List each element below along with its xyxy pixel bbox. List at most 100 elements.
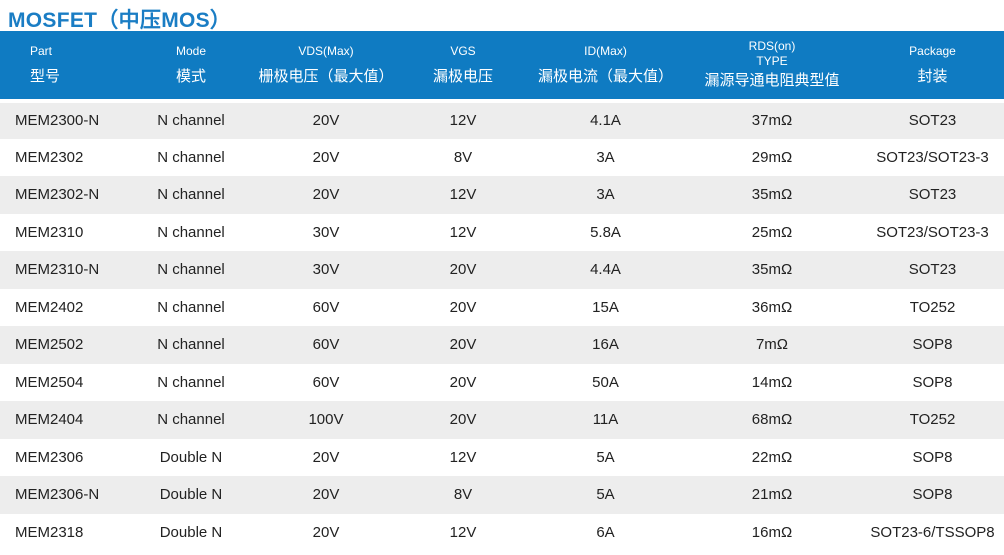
table-row: MEM2306-N Double N 20V 8V 5A 21mΩ SOP8 — [0, 476, 1004, 514]
cell-vds: 30V — [312, 261, 340, 279]
cell-package: SOT23-6/TSSOP8 — [870, 523, 995, 541]
cell-vgs: 12V — [449, 186, 477, 204]
cell-rds: 36mΩ — [751, 298, 793, 316]
cell-part: MEM2402 — [15, 298, 84, 316]
cell-package: TO252 — [909, 411, 956, 429]
cell-mode: N channel — [128, 99, 254, 139]
cell-rds: 16mΩ — [751, 523, 793, 541]
header-package: Package 封装 — [861, 31, 1004, 101]
cell-rds: 29mΩ — [751, 148, 793, 166]
cell-vgs: 20V — [449, 336, 477, 354]
cell-part: MEM2302-N — [15, 186, 100, 204]
cell-part: MEM2306 — [15, 448, 84, 466]
cell-rds: 37mΩ — [683, 99, 861, 139]
header-zh: 漏极电压 — [432, 67, 493, 85]
header-rds: RDS(on) TYPE 漏源导通电阻典型值 — [683, 31, 861, 101]
cell-vds: 20V — [312, 523, 340, 541]
cell-vgs: 12V — [398, 99, 528, 139]
cell-part: MEM2310-N — [15, 261, 100, 279]
cell-id: 5.8A — [590, 223, 621, 241]
header-mode: Mode 模式 — [128, 31, 254, 101]
header-zh: 漏极电流（最大值） — [537, 67, 673, 85]
cell-id: 15A — [592, 298, 619, 316]
table-row: MEM2300-N N channel 20V 12V 4.1A 37mΩ SOT23 — [0, 99, 1004, 139]
cell-package: SOT23/SOT23-3 — [876, 148, 989, 166]
cell-mode: N channel — [157, 373, 225, 391]
cell-rds: 14mΩ — [751, 373, 793, 391]
cell-mode: N channel — [157, 261, 225, 279]
cell-vds: 20V — [312, 448, 340, 466]
cell-mode: Double N — [159, 486, 223, 504]
header-en2: TYPE — [756, 54, 788, 68]
cell-id: 5A — [596, 448, 615, 466]
cell-package: SOT23 — [908, 261, 957, 279]
cell-id: 4.1A — [528, 99, 683, 139]
cell-mode: N channel — [157, 411, 225, 429]
table-row: MEM2502 N channel 60V 20V 16A 7mΩ SOP8 — [0, 326, 1004, 364]
cell-vds: 20V — [312, 186, 340, 204]
cell-vgs: 12V — [449, 448, 477, 466]
cell-rds: 35mΩ — [751, 261, 793, 279]
cell-vds: 100V — [308, 411, 344, 429]
cell-rds: 22mΩ — [751, 448, 793, 466]
cell-rds: 68mΩ — [751, 411, 793, 429]
cell-vgs: 8V — [453, 486, 473, 504]
header-en: Part — [30, 43, 53, 58]
cell-part: MEM2502 — [15, 336, 84, 354]
cell-id: 16A — [592, 336, 619, 354]
header-part: Part 型号 — [0, 31, 128, 101]
cell-rds: 25mΩ — [751, 223, 793, 241]
cell-id: 11A — [592, 411, 619, 429]
cell-part: MEM2306-N — [15, 486, 100, 504]
table-row: MEM2404 N channel 100V 20V 11A 68mΩ TO252 — [0, 401, 1004, 439]
cell-package: SOT23 — [861, 99, 1004, 139]
table-row: MEM2504 N channel 60V 20V 50A 14mΩ SOP8 — [0, 363, 1004, 401]
cell-id: 50A — [592, 373, 619, 391]
cell-package: SOT23 — [908, 186, 957, 204]
cell-part: MEM2318 — [15, 523, 84, 541]
cell-mode: Double N — [159, 448, 223, 466]
table-row: MEM2306 Double N 20V 12V 5A 22mΩ SOP8 — [0, 438, 1004, 476]
cell-package: SOT23/SOT23-3 — [876, 223, 989, 241]
header-en: Mode — [175, 43, 207, 58]
page-title: MOSFET（中压MOS） — [8, 9, 232, 32]
cell-vgs: 20V — [449, 373, 477, 391]
cell-vgs: 12V — [449, 523, 477, 541]
cell-vgs: 8V — [453, 148, 473, 166]
cell-vgs: 20V — [449, 298, 477, 316]
cell-mode: N channel — [157, 186, 225, 204]
cell-id: 5A — [596, 486, 615, 504]
cell-part: MEM2300-N — [0, 99, 128, 139]
table-row: MEM2310 N channel 30V 12V 5.8A 25mΩ SOT23/SOT2… — [0, 213, 1004, 251]
cell-package: SOP8 — [912, 373, 953, 391]
cell-vds: 60V — [312, 336, 340, 354]
cell-id: 6A — [596, 523, 615, 541]
cell-package: SOP8 — [912, 486, 953, 504]
cell-mode: Double N — [159, 523, 223, 541]
header-en: VDS(Max) — [298, 43, 354, 58]
table-row: MEM2402 N channel 60V 20V 15A 36mΩ TO252 — [0, 288, 1004, 326]
cell-rds: 35mΩ — [751, 186, 793, 204]
table-header: Part 型号 Mode 模式 VDS(Max) 栅极电压（最大值） VGS 漏极电压 … — [0, 31, 1004, 101]
table-row: MEM2302 N channel 20V 8V 3A 29mΩ SOT23/SOT23-3 — [0, 138, 1004, 176]
header-en: RDS(on) — [748, 39, 796, 53]
header-id: ID(Max) 漏极电流（最大值） — [528, 31, 683, 101]
cell-vds: 30V — [312, 223, 340, 241]
header-vds: VDS(Max) 栅极电压（最大值） — [254, 31, 398, 101]
cell-part: MEM2302 — [15, 148, 84, 166]
cell-package: SOP8 — [912, 336, 953, 354]
cell-package: TO252 — [909, 298, 956, 316]
cell-package: SOP8 — [912, 448, 953, 466]
cell-id: 4.4A — [590, 261, 621, 279]
header-zh: 栅极电压（最大值） — [258, 67, 394, 85]
header-zh: 漏源导通电阻典型值 — [704, 72, 840, 89]
table-row: MEM2318 Double N 20V 12V 6A 16mΩ SOT23-6/TSSOP… — [0, 513, 1004, 551]
table-row: MEM2310-N N channel 30V 20V 4.4A 35mΩ SOT23 — [0, 251, 1004, 289]
cell-mode: N channel — [157, 148, 225, 166]
header-en: ID(Max) — [584, 43, 627, 58]
cell-part: MEM2310 — [15, 223, 84, 241]
mosfet-table: Part 型号 Mode 模式 VDS(Max) 栅极电压（最大值） VGS 漏极电压 … — [0, 31, 1004, 551]
cell-id: 3A — [596, 148, 615, 166]
cell-mode: N channel — [157, 336, 225, 354]
table-row: MEM2302-N N channel 20V 12V 3A 35mΩ SOT23 — [0, 176, 1004, 214]
